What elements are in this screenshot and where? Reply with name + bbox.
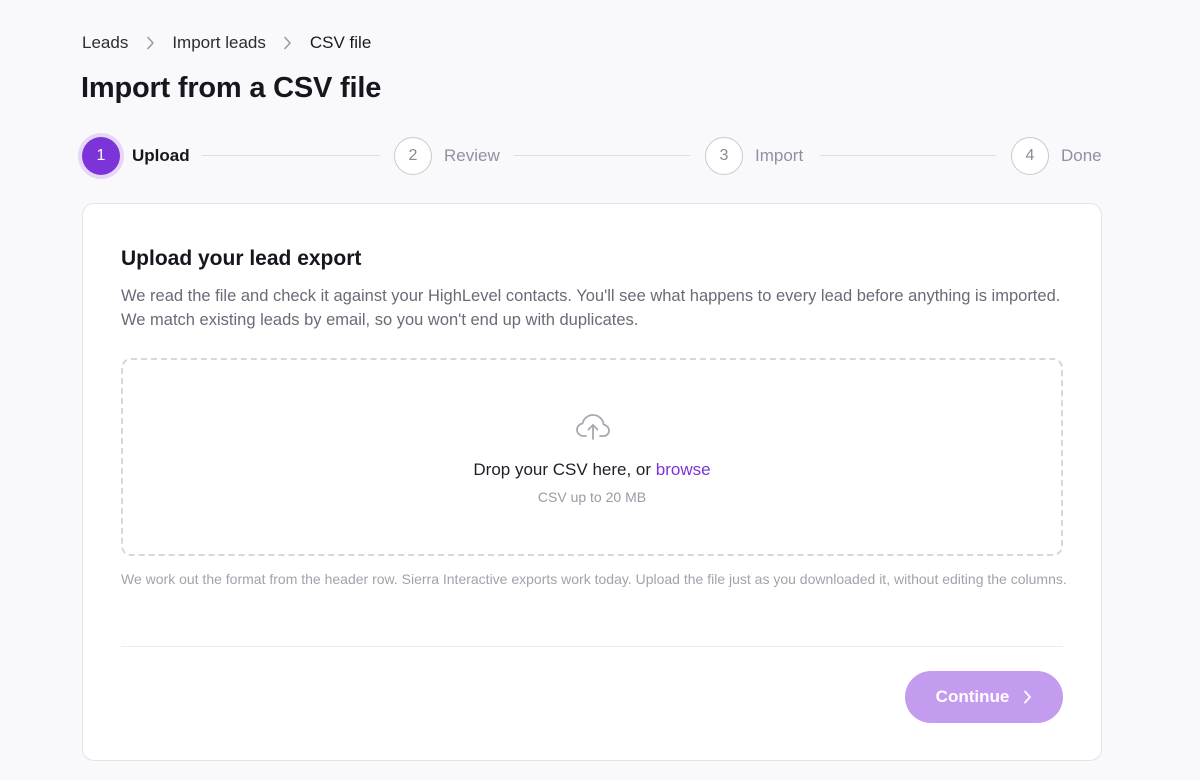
breadcrumb: Leads Import leads CSV file <box>82 31 371 55</box>
chevron-right-icon <box>1023 690 1032 704</box>
step-done: 4 Done <box>1011 137 1102 175</box>
step-label: Import <box>755 146 804 165</box>
cloud-upload-icon <box>575 412 611 442</box>
breadcrumb-csv-file: CSV file <box>309 33 372 52</box>
stepper: 1 Upload 2 Review 3 Import 4 Done <box>82 137 1102 175</box>
step-number: 1 <box>82 137 120 175</box>
divider <box>121 646 1063 647</box>
continue-button[interactable]: Continue <box>905 671 1063 723</box>
dropzone-prompt: Drop your CSV here, or <box>473 460 652 479</box>
chevron-right-icon <box>140 36 160 50</box>
step-review: 2 Review <box>394 137 500 175</box>
step-label: Upload <box>132 146 190 165</box>
step-number: 4 <box>1011 137 1049 175</box>
upload-card: Upload your lead export We read the file… <box>82 203 1102 761</box>
step-connector <box>820 155 996 156</box>
step-label: Review <box>444 146 500 165</box>
breadcrumb-leads[interactable]: Leads <box>82 33 128 53</box>
card-title: Upload your lead export <box>121 247 362 270</box>
step-number: 2 <box>394 137 432 175</box>
step-import: 3 Import <box>705 137 803 175</box>
step-upload: 1 Upload <box>82 137 190 175</box>
step-label: Done <box>1061 146 1102 165</box>
browse-link[interactable]: browse <box>656 460 711 479</box>
page: Leads Import leads CSV file Import from … <box>0 0 1200 780</box>
dropzone-text: Drop your CSV here, or browse <box>123 460 1061 480</box>
page-title: Import from a CSV file <box>81 72 382 104</box>
step-connector <box>514 155 690 156</box>
step-number: 3 <box>705 137 743 175</box>
card-description: We read the file and check it against yo… <box>121 287 1061 329</box>
chevron-right-icon <box>278 36 298 50</box>
continue-label: Continue <box>935 687 1010 706</box>
dropzone-hint: CSV up to 20 MB <box>537 489 647 505</box>
breadcrumb-import-leads[interactable]: Import leads <box>172 33 266 53</box>
step-connector <box>202 155 380 156</box>
file-dropzone[interactable]: Drop your CSV here, or browse CSV up to … <box>121 358 1063 556</box>
format-note: We work out the format from the header r… <box>121 571 1067 587</box>
